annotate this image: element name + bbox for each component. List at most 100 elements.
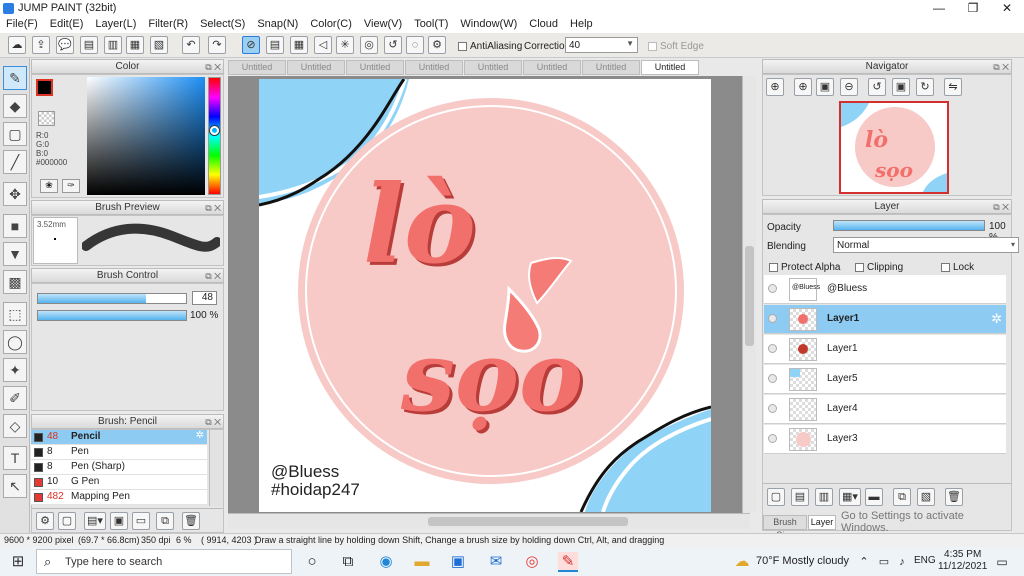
line-tool-icon[interactable]: ╱	[3, 150, 27, 174]
panel-controls-icon[interactable]: ⧉ ✕	[205, 270, 221, 283]
brush-item[interactable]: 8 Pen	[31, 445, 207, 460]
eye-icon[interactable]	[768, 344, 777, 353]
canvas-document[interactable]: lò sọo @Bluess #hoidap247	[259, 79, 711, 512]
new-raster-layer-icon[interactable]: ▤	[791, 488, 809, 506]
eraser-tool-icon[interactable]: ◆	[3, 94, 27, 118]
menu-layer[interactable]: Layer(L)	[89, 17, 142, 33]
antialiasing-checkbox[interactable]	[458, 41, 467, 51]
brush-import-icon[interactable]: ▣	[110, 512, 128, 530]
tab-brush-size[interactable]: Brush Size	[763, 515, 807, 540]
operation-tool-icon[interactable]: ↖	[3, 474, 27, 498]
protect-alpha-checkbox[interactable]	[769, 262, 778, 272]
rotate-reset-icon[interactable]: ▣	[892, 78, 910, 96]
volume-icon[interactable]: ♪	[892, 552, 912, 572]
duplicate-layer-icon[interactable]: ⧉	[893, 488, 911, 506]
gear-icon[interactable]: ⚙	[428, 36, 446, 54]
menu-select[interactable]: Select(S)	[194, 17, 251, 33]
restore-button[interactable]: ❐	[956, 0, 990, 17]
flip-icon[interactable]: ⇋	[944, 78, 962, 96]
cortana-icon[interactable]: ○	[302, 552, 322, 572]
cloud-icon[interactable]: ☁	[8, 36, 26, 54]
close-button[interactable]: ✕	[990, 0, 1024, 17]
tab-untitled-active[interactable]: Untitled	[641, 60, 699, 75]
transparent-swatch[interactable]	[38, 111, 55, 126]
brush-item[interactable]: 10 G Pen	[31, 475, 207, 490]
hue-slider[interactable]	[208, 77, 221, 195]
brush-tool-icon[interactable]: ✎	[3, 66, 27, 90]
brush-item[interactable]: 482 Mapping Pen	[31, 490, 207, 505]
select-pen-tool-icon[interactable]: ✐	[3, 386, 27, 410]
zoom-fit-icon[interactable]: ⊕	[766, 78, 784, 96]
canvas-horizontal-scrollbar[interactable]	[228, 513, 750, 529]
layer-row[interactable]: Layer5	[764, 365, 1006, 394]
eye-icon[interactable]	[768, 374, 777, 383]
select-rect-tool-icon[interactable]: ⬚	[3, 302, 27, 326]
language-indicator[interactable]: ENG	[914, 555, 936, 566]
hue-handle[interactable]	[210, 126, 219, 135]
tab-untitled[interactable]: Untitled	[405, 60, 463, 75]
tab-untitled[interactable]: Untitled	[523, 60, 581, 75]
zoom-actual-icon[interactable]: ▣	[816, 78, 834, 96]
menu-window[interactable]: Window(W)	[454, 17, 523, 33]
layer-opacity-slider[interactable]	[833, 220, 985, 231]
horizontal-scroll-thumb[interactable]	[428, 517, 628, 526]
brush-item[interactable]: 48 Pencil ✲	[31, 430, 207, 445]
edge-icon[interactable]: ◉	[376, 552, 396, 572]
palette-icon[interactable]: ❀	[40, 179, 58, 193]
perspective-icon[interactable]: ◁	[314, 36, 332, 54]
new-vector-layer-icon[interactable]: ▥	[815, 488, 833, 506]
jump-paint-icon[interactable]: ✎	[558, 552, 578, 572]
redo-icon[interactable]: ↷	[208, 36, 226, 54]
tab-untitled[interactable]: Untitled	[464, 60, 522, 75]
gradient-tool-icon[interactable]: ▩	[3, 270, 27, 294]
chevron-up-icon[interactable]: ⌃	[854, 552, 874, 572]
grid-settings-icon[interactable]: ▧	[150, 36, 168, 54]
navigator-preview[interactable]: lò sọo	[839, 101, 949, 194]
blending-select[interactable]: Normal ▾	[833, 237, 1019, 253]
layer-menu-icon[interactable]: ▦▾	[839, 488, 861, 506]
tab-layer[interactable]: Layer	[808, 515, 836, 530]
panel-controls-icon[interactable]: ⧉ ✕	[205, 202, 221, 215]
comment-icon[interactable]: ▤	[80, 36, 98, 54]
ellipse-icon[interactable]: ◌	[406, 36, 424, 54]
clipping-checkbox[interactable]	[855, 262, 864, 272]
bucket-tool-icon[interactable]: ▼	[3, 242, 27, 266]
panel-controls-icon[interactable]: ⧉ ✕	[993, 61, 1009, 74]
magic-wand-tool-icon[interactable]: ✦	[3, 358, 27, 382]
brush-folder-icon[interactable]: ▭	[132, 512, 150, 530]
eye-icon[interactable]	[768, 284, 777, 293]
document-icon[interactable]: ▥	[104, 36, 122, 54]
brush-menu-icon[interactable]: ▤▾	[84, 512, 106, 530]
speech-icon[interactable]: 💬	[56, 36, 74, 54]
tab-untitled[interactable]: Untitled	[582, 60, 640, 75]
menu-cloud[interactable]: Cloud	[523, 17, 564, 33]
panel-controls-icon[interactable]: ⧉ ✕	[993, 201, 1009, 214]
brush-opacity-slider[interactable]	[37, 310, 187, 321]
chrome-icon[interactable]: ◎	[522, 552, 542, 572]
layer-row[interactable]: @Bluess @Bluess	[764, 275, 1006, 304]
brush-item[interactable]: 8 Pen (Sharp)	[31, 460, 207, 475]
lock-checkbox[interactable]	[941, 262, 950, 272]
vertical-scroll-thumb[interactable]	[745, 246, 754, 346]
correction-select[interactable]: 40 ▼	[565, 37, 638, 53]
menu-help[interactable]: Help	[564, 17, 599, 33]
new-layer-icon[interactable]: ▢	[767, 488, 785, 506]
gear-icon[interactable]: ✲	[196, 430, 204, 441]
clock[interactable]: 4:35 PM 11/12/2021	[938, 549, 987, 573]
tab-untitled[interactable]: Untitled	[287, 60, 345, 75]
fill-rect-tool-icon[interactable]: ■	[3, 214, 27, 238]
layer-folder-icon[interactable]: ▬	[865, 488, 883, 506]
task-view-icon[interactable]: ⧉	[338, 552, 358, 572]
tab-untitled[interactable]: Untitled	[346, 60, 404, 75]
layer-row[interactable]: Layer3	[764, 425, 1006, 454]
curve-icon[interactable]: ↺	[384, 36, 402, 54]
rotate-left-icon[interactable]: ↺	[868, 78, 886, 96]
menu-tool[interactable]: Tool(T)	[408, 17, 454, 33]
primary-color-swatch[interactable]	[36, 79, 53, 96]
merge-layer-icon[interactable]: ▧	[917, 488, 935, 506]
soft-edge-checkbox[interactable]	[648, 41, 657, 51]
undo-icon[interactable]: ↶	[182, 36, 200, 54]
select-eraser-tool-icon[interactable]: ◇	[3, 414, 27, 438]
canvas-vertical-scrollbar[interactable]	[742, 76, 756, 513]
layer-row-selected[interactable]: Layer1 ✲	[764, 305, 1006, 334]
